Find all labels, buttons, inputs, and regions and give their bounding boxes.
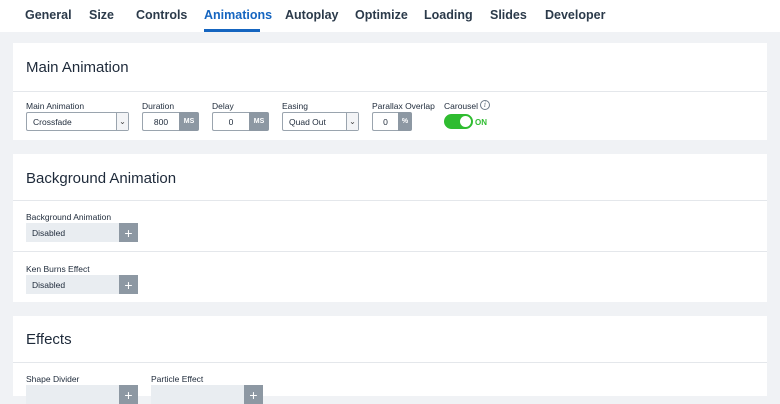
main-animation-value: Crossfade xyxy=(33,117,72,127)
ken-burns-value: Disabled xyxy=(32,280,66,290)
add-background-animation-button[interactable]: + xyxy=(119,223,138,242)
background-animation-label: Background Animation xyxy=(26,212,112,222)
carousel-toggle[interactable] xyxy=(444,114,473,129)
panel-divider xyxy=(13,91,767,92)
ken-burns-picker[interactable]: Disabled xyxy=(26,275,119,294)
duration-field[interactable]: 800 MS xyxy=(142,112,199,131)
easing-select[interactable]: Quad Out ⌄ xyxy=(282,112,359,131)
duration-label: Duration xyxy=(142,101,175,111)
parallax-overlap-input[interactable]: 0 xyxy=(372,112,398,131)
chevron-down-icon: ⌄ xyxy=(346,113,358,130)
parallax-overlap-label: Parallax Overlap xyxy=(372,101,435,111)
background-animation-panel: Background Animation Background Animatio… xyxy=(13,154,767,302)
tab-developer[interactable]: Developer xyxy=(545,8,605,22)
panel-divider xyxy=(13,251,767,252)
particle-effect-label: Particle Effect xyxy=(151,374,204,384)
tab-loading[interactable]: Loading xyxy=(424,8,473,22)
chevron-down-icon: ⌄ xyxy=(116,113,128,130)
parallax-overlap-field[interactable]: 0 % xyxy=(372,112,412,131)
background-animation-title: Background Animation xyxy=(26,170,177,187)
tab-optimize[interactable]: Optimize xyxy=(355,8,408,22)
duration-input[interactable]: 800 xyxy=(142,112,179,131)
main-animation-label: Main Animation xyxy=(26,101,85,111)
delay-label: Delay xyxy=(212,101,234,111)
effects-title: Effects xyxy=(26,331,72,348)
add-ken-burns-button[interactable]: + xyxy=(119,275,138,294)
panel-divider xyxy=(13,200,767,201)
panel-divider xyxy=(13,362,767,363)
duration-unit: MS xyxy=(179,112,199,131)
tab-general[interactable]: General xyxy=(25,8,72,22)
carousel-label: Carousel xyxy=(444,101,479,111)
parallax-overlap-unit: % xyxy=(398,112,412,131)
ken-burns-label: Ken Burns Effect xyxy=(26,264,90,274)
easing-label: Easing xyxy=(282,101,308,111)
delay-unit: MS xyxy=(249,112,269,131)
shape-divider-label: Shape Divider xyxy=(26,374,80,384)
carousel-state: ON xyxy=(475,118,487,127)
easing-value: Quad Out xyxy=(289,117,326,127)
main-animation-panel: Main Animation Main Animation Crossfade … xyxy=(13,43,767,140)
main-animation-title: Main Animation xyxy=(26,59,129,76)
tab-controls[interactable]: Controls xyxy=(136,8,187,22)
background-animation-picker[interactable]: Disabled xyxy=(26,223,119,242)
info-icon[interactable]: i xyxy=(480,100,490,110)
tab-animations[interactable]: Animations xyxy=(204,8,272,22)
background-animation-value: Disabled xyxy=(32,228,66,238)
main-animation-select[interactable]: Crossfade ⌄ xyxy=(26,112,129,131)
tab-bar: General Size Controls Animations Autopla… xyxy=(0,0,780,32)
toggle-knob xyxy=(460,116,471,127)
delay-input[interactable]: 0 xyxy=(212,112,249,131)
effects-panel: Effects Shape Divider + Particle Effect … xyxy=(13,316,767,404)
active-tab-indicator xyxy=(204,29,260,32)
tab-size[interactable]: Size xyxy=(89,8,114,22)
delay-field[interactable]: 0 MS xyxy=(212,112,269,131)
tab-autoplay[interactable]: Autoplay xyxy=(285,8,338,22)
tab-slides[interactable]: Slides xyxy=(490,8,527,22)
